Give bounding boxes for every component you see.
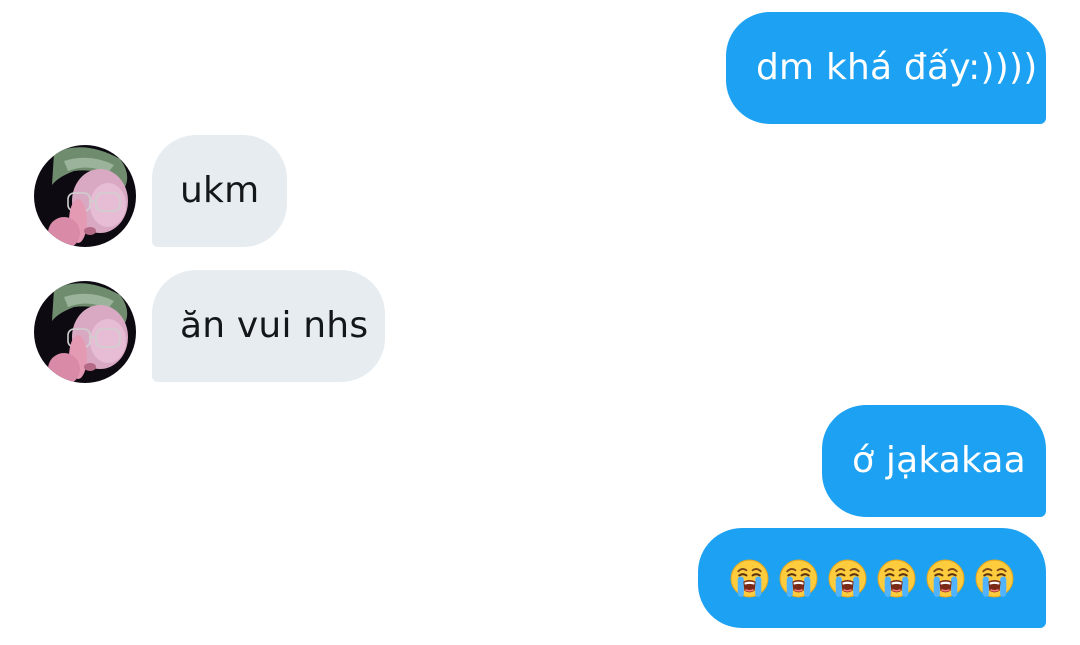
loudly-crying-face-icon (828, 559, 867, 597)
message-text: ớ jạkakaa (852, 440, 1026, 481)
outgoing-message-bubble[interactable]: ớ jạkakaa (822, 405, 1046, 517)
avatar-photo (34, 145, 136, 247)
avatar-photo (34, 281, 136, 383)
avatar[interactable] (34, 281, 136, 383)
loudly-crying-face-icon (779, 559, 818, 597)
loudly-crying-face-icon (975, 559, 1014, 597)
message-text: dm khá đấy:)))) (756, 47, 1038, 88)
message-text: ukm (180, 170, 260, 211)
loudly-crying-face-icon (926, 559, 965, 597)
loudly-crying-face-icon (730, 559, 769, 597)
avatar[interactable] (34, 145, 136, 247)
incoming-message-bubble[interactable]: ăn vui nhs (152, 270, 385, 382)
message-text: ăn vui nhs (180, 305, 369, 346)
incoming-message-bubble[interactable]: ukm (152, 135, 287, 247)
outgoing-emoji-message-bubble[interactable] (698, 528, 1046, 628)
emoji-container (729, 558, 1015, 599)
outgoing-message-bubble[interactable]: dm khá đấy:)))) (726, 12, 1046, 124)
loudly-crying-face-icon (877, 559, 916, 597)
